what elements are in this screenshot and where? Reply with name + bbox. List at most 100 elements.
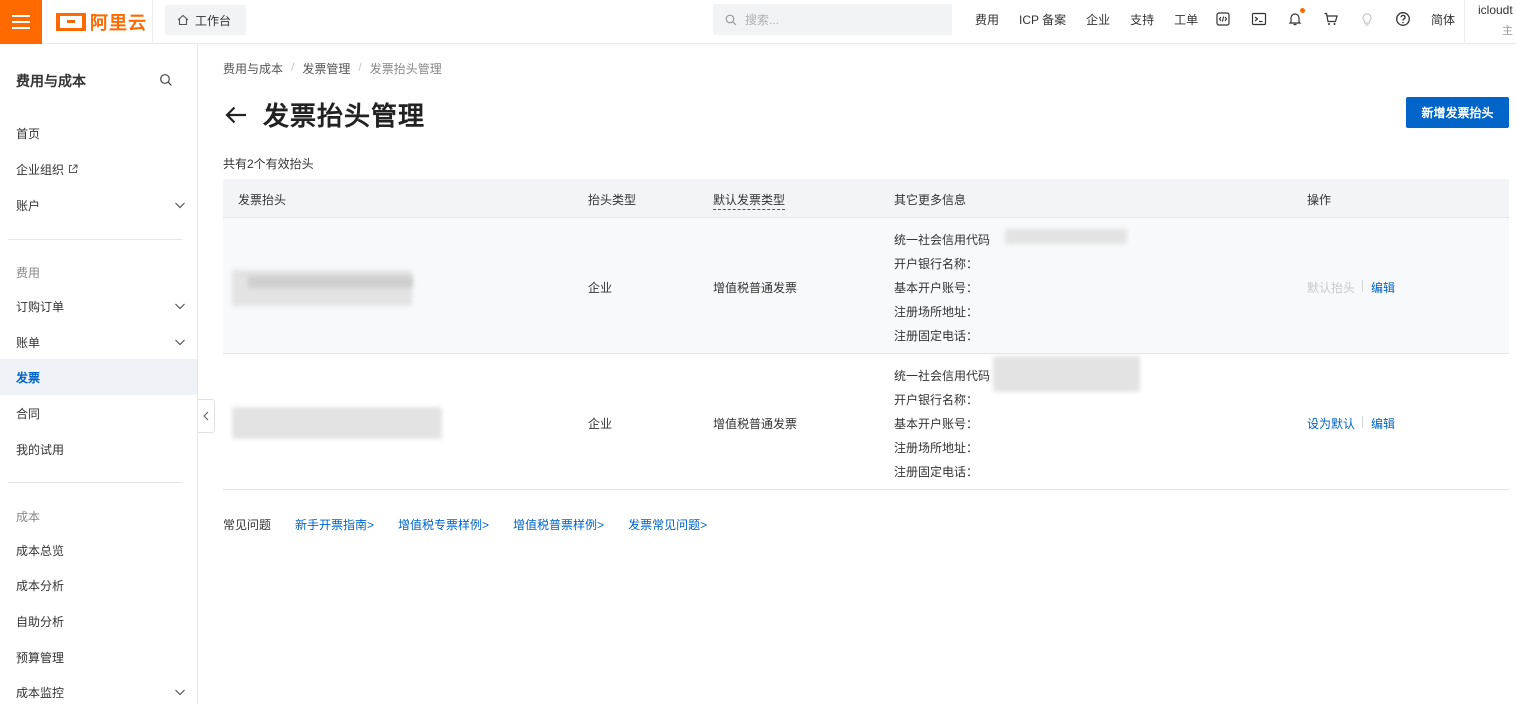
sidebar-title: 费用与成本 xyxy=(16,73,86,89)
top-nav-icons xyxy=(1213,8,1429,29)
workbench-button[interactable]: 工作台 xyxy=(165,5,246,35)
sidebar-item-label: 成本监控 xyxy=(16,685,65,700)
search-input[interactable] xyxy=(745,12,935,27)
sidebar: 费用与成本 首页 企业组织 账户 费用 订购订单 账单 发票 合同 我的试用 成… xyxy=(0,44,198,704)
column-header-title-type: 抬头类型 xyxy=(588,193,637,207)
brand-logo[interactable]: 阿里云 xyxy=(56,10,147,34)
chevron-left-icon xyxy=(203,411,209,421)
cart-icon[interactable] xyxy=(1321,9,1341,29)
search-icon[interactable] xyxy=(159,73,173,87)
bell-icon[interactable] xyxy=(1285,8,1305,29)
sidebar-item-invoice[interactable]: 发票 xyxy=(0,359,197,395)
table-header: 发票抬头 抬头类型 默认发票类型 其它更多信息 操作 xyxy=(223,179,1509,218)
sidebar-item-self-analysis[interactable]: 自助分析 xyxy=(0,603,197,639)
nav-link-support[interactable]: 支持 xyxy=(1130,11,1154,28)
info-address: 注册场所地址： xyxy=(894,305,979,319)
sidebar-item-label: 自助分析 xyxy=(16,614,65,629)
sidebar-item-label: 账户 xyxy=(16,198,41,213)
edit-link[interactable]: 编辑 xyxy=(1371,415,1395,432)
sidebar-item-label: 发票 xyxy=(16,370,41,385)
edit-link[interactable]: 编辑 xyxy=(1371,279,1395,296)
sidebar-item-label: 订购订单 xyxy=(16,299,65,314)
set-default-link[interactable]: 设为默认 xyxy=(1307,415,1355,432)
code-icon[interactable] xyxy=(1213,9,1233,29)
valid-header-count: 共有2个有效抬头 xyxy=(223,157,314,171)
sidebar-item-bills[interactable]: 账单 xyxy=(0,324,197,360)
menu-icon xyxy=(12,15,30,29)
chevron-down-icon xyxy=(175,339,185,346)
redacted-title xyxy=(232,407,442,439)
faq-bar: 常见问题 新手开票指南> 增值税专票样例> 增值税普票样例> 发票常见问题> xyxy=(223,516,731,533)
terminal-icon[interactable] xyxy=(1249,9,1269,29)
sidebar-item-label: 企业组织 xyxy=(16,162,65,177)
info-bank-account: 基本开户账号： xyxy=(894,417,979,431)
sidebar-item-account[interactable]: 账户 xyxy=(0,187,197,223)
faq-link-beginner-guide[interactable]: 新手开票指南> xyxy=(295,516,374,533)
breadcrumb-current: 发票抬头管理 xyxy=(369,62,442,76)
brand-name: 阿里云 xyxy=(90,13,147,33)
sidebar-item-budget[interactable]: 预算管理 xyxy=(0,639,197,675)
nav-link-ticket[interactable]: 工单 xyxy=(1174,11,1198,28)
sidebar-item-enterprise-org[interactable]: 企业组织 xyxy=(0,151,197,187)
sidebar-item-my-trials[interactable]: 我的试用 xyxy=(0,431,197,467)
sidebar-item-home[interactable]: 首页 xyxy=(0,115,197,151)
info-bank-name: 开户银行名称： xyxy=(894,393,979,407)
nav-link-fees[interactable]: 费用 xyxy=(975,11,999,28)
column-header-more-info: 其它更多信息 xyxy=(894,193,967,207)
sidebar-item-label: 账单 xyxy=(16,335,41,350)
sidebar-item-label: 成本分析 xyxy=(16,578,65,593)
back-arrow-icon[interactable] xyxy=(223,102,249,128)
aliyun-logo-icon xyxy=(56,13,86,31)
table-row: 企业 增值税普通发票 统一社会信用代码 开户银行名称： 基本开户账号： 注册场所… xyxy=(223,354,1509,490)
hamburger-menu-button[interactable] xyxy=(0,0,42,44)
breadcrumb-separator: / xyxy=(358,60,362,74)
user-account-type: 主 xyxy=(1502,25,1513,37)
action-separator xyxy=(1362,416,1363,428)
divider xyxy=(152,0,153,44)
chevron-down-icon xyxy=(175,689,185,696)
default-invoice-type: 增值税普通发票 xyxy=(713,417,798,431)
divider xyxy=(1464,0,1465,44)
nav-link-enterprise[interactable]: 企业 xyxy=(1086,11,1110,28)
sidebar-item-cost-monitor[interactable]: 成本监控 xyxy=(0,674,197,710)
page-title: 发票抬头管理 xyxy=(263,101,426,131)
default-invoice-type: 增值税普通发票 xyxy=(713,281,798,295)
sidebar-item-cost-overview[interactable]: 成本总览 xyxy=(0,532,197,568)
redacted-title xyxy=(248,276,413,288)
sidebar-group-cost: 成本 xyxy=(16,510,41,524)
user-account[interactable]: icloudt xyxy=(1478,3,1513,17)
breadcrumb-separator: / xyxy=(291,60,295,74)
notification-dot xyxy=(1300,8,1305,13)
language-switch[interactable]: 简体 xyxy=(1431,11,1455,28)
redacted-credit-code xyxy=(1005,229,1127,244)
invoice-header-table: 发票抬头 抬头类型 默认发票类型 其它更多信息 操作 企业 增值税普通发票 统一… xyxy=(223,179,1509,490)
breadcrumb-item[interactable]: 费用与成本 xyxy=(223,60,283,77)
sidebar-item-orders[interactable]: 订购订单 xyxy=(0,288,197,324)
column-header-default-invoice-type[interactable]: 默认发票类型 xyxy=(713,191,786,210)
top-bar: 阿里云 工作台 费用 ICP 备案 企业 支持 工单 xyxy=(0,0,1516,44)
info-address: 注册场所地址： xyxy=(894,441,979,455)
column-header-actions: 操作 xyxy=(1307,193,1332,207)
sidebar-item-contract[interactable]: 合同 xyxy=(0,395,197,431)
external-link-icon xyxy=(69,164,78,173)
faq-link-special-invoice-sample[interactable]: 增值税专票样例> xyxy=(398,516,489,533)
sidebar-collapse-button[interactable] xyxy=(198,399,215,433)
add-invoice-header-button[interactable]: 新增发票抬头 xyxy=(1406,97,1509,128)
redacted-credit-code xyxy=(993,356,1140,392)
faq-link-normal-invoice-sample[interactable]: 增值税普票样例> xyxy=(513,516,604,533)
sidebar-group-fee: 费用 xyxy=(16,266,41,280)
bulb-icon[interactable] xyxy=(1357,9,1377,29)
faq-link-invoice-faq[interactable]: 发票常见问题> xyxy=(628,516,707,533)
search-icon xyxy=(725,14,737,25)
page-header: 发票抬头管理 xyxy=(223,96,425,133)
nav-link-icp[interactable]: ICP 备案 xyxy=(1019,11,1066,28)
info-bank-name: 开户银行名称： xyxy=(894,257,979,271)
sidebar-divider xyxy=(8,482,182,483)
help-icon[interactable] xyxy=(1393,9,1413,29)
breadcrumb-item[interactable]: 发票管理 xyxy=(302,60,350,77)
search-box[interactable] xyxy=(713,4,952,35)
sidebar-divider xyxy=(8,239,182,240)
sidebar-item-cost-analysis[interactable]: 成本分析 xyxy=(0,567,197,603)
table-row: 企业 增值税普通发票 统一社会信用代码 开户银行名称： 基本开户账号： 注册场所… xyxy=(223,218,1509,354)
info-phone: 注册固定电话： xyxy=(894,465,979,479)
